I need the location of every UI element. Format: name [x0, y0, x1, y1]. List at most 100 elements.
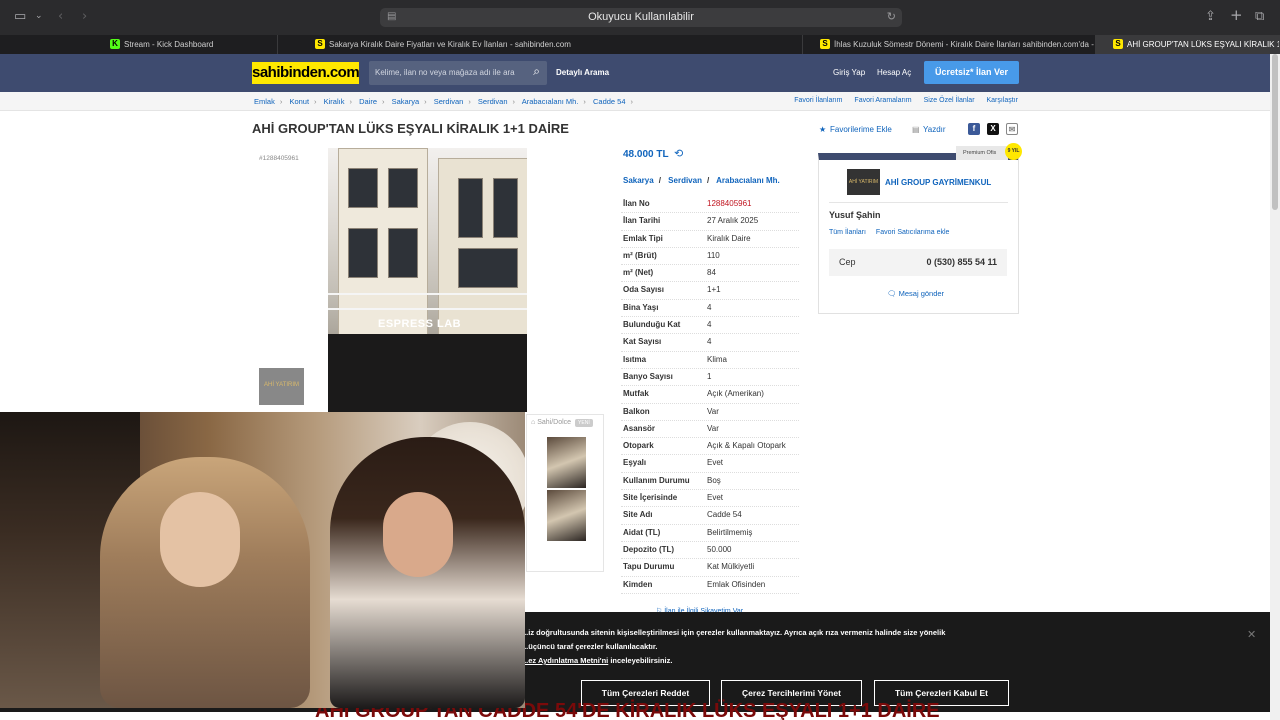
- tab-sakarya[interactable]: S Sakarya Kiralık Daire Fiyatları ve Kir…: [278, 35, 803, 54]
- favorite-ads-link[interactable]: Favori İlanlarım: [794, 97, 842, 104]
- location-city[interactable]: Sakarya: [623, 176, 654, 185]
- detail-row: Oda Sayısı 1+1: [621, 282, 799, 300]
- tab-listing[interactable]: S AHİ GROUP'TAN LÜKS EŞYALI KİRALIK 1+1 …: [1096, 35, 1280, 54]
- location-district[interactable]: Serdivan: [668, 176, 702, 185]
- detail-row: m² (Net) 84: [621, 265, 799, 283]
- detail-key: Mutfak: [623, 389, 649, 399]
- detail-value: Emlak Ofisinden: [707, 579, 766, 589]
- seller-logo[interactable]: AHİ YATIRIM: [847, 169, 880, 195]
- mail-icon[interactable]: ✉: [1006, 123, 1018, 135]
- detail-value: 4: [707, 302, 712, 312]
- search-icon[interactable]: ⌕: [533, 64, 540, 79]
- address-bar[interactable]: ▤ Okuyucu Kullanılabilir ↻: [380, 8, 902, 27]
- thumbs-header: ⌂ Sahi/Dolce YENİ: [531, 419, 593, 427]
- thumbnail-image[interactable]: [547, 437, 586, 488]
- breadcrumb-item[interactable]: Cadde 54: [593, 97, 626, 106]
- detail-value: 1288405961: [707, 199, 752, 208]
- breadcrumb-item[interactable]: Kiralık: [324, 97, 345, 106]
- breadcrumb-item[interactable]: Emlak: [254, 97, 275, 106]
- star-icon[interactable]: ★: [819, 125, 826, 134]
- x-icon[interactable]: X: [987, 123, 999, 135]
- tab-ihlas[interactable]: S İhlas Kuzuluk Sömestr Dönemi - Kiralık…: [803, 35, 1096, 54]
- compare-link[interactable]: Karşılaştır: [986, 97, 1018, 104]
- seller-logo-thumb[interactable]: AHİ YATIRIM: [259, 368, 304, 405]
- webcam-overlay: [0, 412, 525, 708]
- breadcrumb-item[interactable]: Arabacıalanı Mh.: [522, 97, 579, 106]
- sahibinden-icon: S: [315, 39, 325, 49]
- detail-key: Kullanım Durumu: [623, 475, 690, 485]
- favorite-searches-link[interactable]: Favori Aramalarım: [854, 97, 911, 104]
- location-neighborhood[interactable]: Arabacıalanı Mh.: [716, 176, 780, 185]
- thumbnail-image[interactable]: [547, 490, 586, 541]
- share-icon[interactable]: ⇪: [1205, 9, 1216, 24]
- side-thumbnails: ⌂ Sahi/Dolce YENİ: [526, 414, 604, 572]
- search-placeholder: Kelime, ilan no veya mağaza adı ile ara: [375, 68, 515, 77]
- page-scrollbar[interactable]: [1270, 54, 1280, 720]
- breadcrumb-item[interactable]: Serdivan: [478, 97, 508, 106]
- detail-key: Depozito (TL): [623, 544, 675, 554]
- send-message-link[interactable]: 🗨 Mesaj gönder: [887, 289, 944, 298]
- register-link[interactable]: Hesap Aç: [877, 68, 911, 77]
- scrollbar-thumb[interactable]: [1272, 54, 1278, 210]
- detail-value: 27 Aralık 2025: [707, 216, 759, 226]
- detail-row: Bulunduğu Kat 4: [621, 317, 799, 335]
- phone-number[interactable]: 0 (530) 855 54 11: [926, 257, 997, 267]
- main-photo[interactable]: ESPRESS LAB: [328, 148, 527, 412]
- price-history-icon[interactable]: ⟲: [674, 147, 683, 160]
- free-ad-button[interactable]: Ücretsiz* İlan Ver: [924, 61, 1019, 84]
- breadcrumb-item[interactable]: Serdivan: [434, 97, 464, 106]
- thumbs-label: Sahi/Dolce: [537, 419, 572, 426]
- detail-row: m² (Brüt) 110: [621, 248, 799, 266]
- detail-key: Balkon: [623, 406, 650, 416]
- search-input[interactable]: Kelime, ilan no veya mağaza adı ile ara …: [369, 61, 547, 85]
- detail-value: 110: [707, 250, 720, 260]
- detail-key: Kat Sayısı: [623, 337, 662, 347]
- cookie-policy-link[interactable]: ...ez Aydınlatma Metni'ni: [522, 656, 608, 665]
- seller-person: Yusuf Şahin: [829, 210, 881, 220]
- detail-value: Açık (Amerikan): [707, 389, 764, 399]
- detail-key: İlan Tarihi: [623, 216, 661, 226]
- special-ads-link[interactable]: Size Özel İlanlar: [924, 97, 975, 104]
- print-link[interactable]: Yazdır: [923, 125, 946, 134]
- ad-number: #1288405961: [259, 155, 299, 162]
- login-link[interactable]: Giriş Yap: [833, 68, 865, 77]
- facebook-icon[interactable]: f: [968, 123, 980, 135]
- tab-label: Stream - Kick Dashboard: [124, 40, 214, 49]
- seller-links: Tüm İlanları Favori Satıcılarıma ekle: [829, 229, 949, 236]
- back-icon[interactable]: ‹: [58, 9, 63, 24]
- forward-icon[interactable]: ›: [82, 9, 87, 24]
- chevron-down-icon[interactable]: ⌄: [35, 11, 43, 21]
- sahibinden-icon: S: [1113, 39, 1123, 49]
- tab-overview-icon[interactable]: ⧉: [1255, 9, 1264, 24]
- breadcrumb-item[interactable]: Sakarya: [392, 97, 420, 106]
- detail-value: Açık & Kapalı Otopark: [707, 441, 786, 451]
- printer-icon[interactable]: ▤: [912, 125, 920, 134]
- favorite-seller-link[interactable]: Favori Satıcılarıma ekle: [876, 229, 950, 236]
- detail-row: Bina Yaşı 4: [621, 300, 799, 318]
- phone-label: Cep: [839, 257, 856, 267]
- detail-value: Kat Mülkiyetli: [707, 562, 755, 572]
- breadcrumb-item[interactable]: Konut: [289, 97, 309, 106]
- site-logo[interactable]: sahibinden.com: [252, 62, 360, 84]
- tab-kick[interactable]: K Stream - Kick Dashboard: [0, 35, 278, 54]
- detail-row: Isıtma Klima: [621, 352, 799, 369]
- detail-value: Cadde 54: [707, 510, 742, 520]
- detail-value: Var: [707, 423, 719, 433]
- seller-name[interactable]: AHİ GROUP GAYRİMENKUL: [885, 178, 991, 187]
- all-ads-link[interactable]: Tüm İlanları: [829, 229, 866, 236]
- detailed-search-link[interactable]: Detaylı Arama: [556, 68, 609, 77]
- sidebar-icon[interactable]: ▭: [14, 9, 26, 24]
- sahibinden-icon: S: [820, 39, 830, 49]
- detail-row: Emlak Tipi Kiralık Daire: [621, 231, 799, 248]
- premium-badge: Premium Ofis: [956, 146, 1008, 160]
- new-tab-icon[interactable]: +: [1230, 6, 1243, 24]
- detail-value: 84: [707, 268, 716, 278]
- detail-value: Boş: [707, 475, 721, 485]
- browser-toolbar: ▭ ⌄ ‹ › ▤ Okuyucu Kullanılabilir ↻ ⇪ + ⧉: [0, 0, 1280, 35]
- detail-row: Balkon Var: [621, 404, 799, 421]
- seller-card: AHİ YATIRIM AHİ GROUP GAYRİMENKUL Yusuf …: [818, 153, 1019, 314]
- breadcrumb-item[interactable]: Daire: [359, 97, 377, 106]
- reload-icon[interactable]: ↻: [887, 10, 896, 23]
- favorite-link[interactable]: Favorilerime Ekle: [830, 125, 892, 134]
- close-icon[interactable]: ✕: [1247, 628, 1256, 641]
